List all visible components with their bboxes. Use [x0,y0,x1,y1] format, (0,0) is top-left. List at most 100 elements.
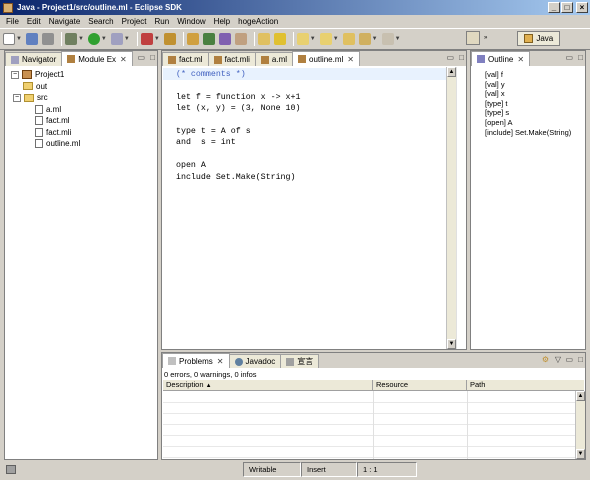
tab-outline[interactable]: Outline ✕ [471,51,531,66]
menu-navigate[interactable]: Navigate [45,17,85,26]
minimize-view-icon[interactable]: ▭ [446,53,454,62]
menu-edit[interactable]: Edit [23,17,45,26]
outline-item[interactable]: [val] y [485,80,571,90]
tab-label: Module Ex [78,54,117,64]
new-dropdown-icon[interactable]: ▼ [16,36,22,42]
tree-node-src[interactable]: − src [11,92,80,104]
status-insert-mode: Insert [301,462,357,477]
new-java-dropdown-icon[interactable]: ▼ [154,36,160,42]
tab-javadoc[interactable]: Javadoc [228,354,282,368]
tab-navigator[interactable]: Navigator [5,52,63,66]
tab-fact-ml[interactable]: fact.ml [162,52,209,66]
menu-hogeaction[interactable]: hogeAction [234,17,282,26]
back-dropdown-icon[interactable]: ▼ [372,36,378,42]
menu-window[interactable]: Window [173,17,209,26]
minimize-view-icon[interactable]: ▭ [565,355,573,364]
search-icon[interactable] [273,33,286,45]
menu-run[interactable]: Run [151,17,174,26]
tab-fact-mli[interactable]: fact.mli [207,52,256,66]
forward-icon[interactable] [381,33,394,45]
outline-item[interactable]: [open] A [485,118,571,128]
java-perspective-button[interactable]: Java [517,30,561,46]
tree-node-project[interactable]: − Project1 [11,69,80,81]
column-header-path[interactable]: Path [467,380,584,390]
maximize-view-icon[interactable]: □ [150,53,155,62]
scroll-down-arrow-icon[interactable]: ▼ [447,339,456,349]
open-perspective-icon[interactable] [466,31,480,45]
tab-declaration[interactable]: 宣言 [280,354,320,368]
run-icon[interactable] [87,33,100,45]
debug-icon[interactable] [64,33,77,45]
tab-outline-ml[interactable]: outline.ml ✕ [292,51,360,66]
external-tools-dropdown-icon[interactable]: ▼ [124,36,130,42]
scroll-up-arrow-icon[interactable]: ▲ [447,67,456,77]
last-edit-icon[interactable] [342,33,355,45]
save-icon[interactable] [25,33,38,45]
close-icon[interactable]: ✕ [120,55,127,64]
new-class-icon[interactable] [202,33,215,45]
fast-view-icon[interactable] [6,465,16,474]
scroll-down-arrow-icon[interactable]: ▼ [576,449,585,459]
view-menu-icon[interactable]: ▽ [555,355,561,364]
tab-module-explorer[interactable]: Module Ex ✕ [61,51,133,66]
previous-annotation-dropdown-icon[interactable]: ▼ [333,36,339,42]
editor-vertical-scrollbar[interactable]: ▲ ▼ [446,67,456,349]
new-enum-icon[interactable] [234,33,247,45]
perspective-chevron-icon[interactable]: » [484,35,487,41]
menu-project[interactable]: Project [118,17,151,26]
filter-icon[interactable]: ⚙ [542,355,549,364]
menu-help[interactable]: Help [210,17,234,26]
tree-node-file[interactable]: fact.ml [11,115,80,127]
debug-dropdown-icon[interactable]: ▼ [78,36,84,42]
close-icon[interactable]: ✕ [217,357,224,366]
new-java-project-icon[interactable] [140,33,153,45]
minimize-view-icon[interactable]: ▭ [137,53,145,62]
tree-node-file[interactable]: outline.ml [11,138,80,150]
tree-node-file[interactable]: a.ml [11,104,80,116]
folder-icon [24,93,34,102]
outline-item[interactable]: [type] s [485,108,571,118]
outline-item[interactable]: [type] t [485,99,571,109]
tab-problems[interactable]: Problems ✕ [162,353,230,368]
code-editor[interactable]: (* comments *) let f = function x -> x+1… [176,70,300,184]
menu-search[interactable]: Search [84,17,117,26]
column-header-resource[interactable]: Resource [373,380,467,390]
external-tools-icon[interactable] [110,33,123,45]
column-header-description[interactable]: Description ▲ [163,380,373,390]
tree-node-file[interactable]: fact.mli [11,127,80,139]
maximize-view-icon[interactable]: □ [578,53,583,62]
tab-label: a.ml [271,55,288,64]
next-annotation-dropdown-icon[interactable]: ▼ [310,36,316,42]
collapse-icon[interactable]: − [11,70,19,79]
outline-item[interactable]: [include] Set.Make(String) [485,128,571,138]
print-icon[interactable] [41,33,54,45]
table-row [163,447,575,458]
previous-annotation-icon[interactable] [319,33,332,45]
next-annotation-icon[interactable] [296,33,309,45]
tab-label: 宣言 [297,357,314,366]
run-dropdown-icon[interactable]: ▼ [101,36,107,42]
outline-item[interactable]: [val] f [485,70,571,80]
collapse-icon[interactable]: − [13,93,21,102]
forward-dropdown-icon[interactable]: ▼ [395,36,401,42]
new-interface-icon[interactable] [218,33,231,45]
new-package-icon[interactable] [186,33,199,45]
problems-vertical-scrollbar[interactable]: ▲ ▼ [575,391,585,459]
scroll-up-arrow-icon[interactable]: ▲ [576,391,585,401]
open-type-icon[interactable] [163,33,176,45]
close-icon[interactable]: ✕ [517,55,524,64]
outline-item[interactable]: [val] x [485,89,571,99]
close-button[interactable]: × [576,2,588,13]
maximize-view-icon[interactable]: □ [459,53,464,62]
back-icon[interactable] [358,33,371,45]
minimize-view-icon[interactable]: ▭ [565,53,573,62]
tree-node-out[interactable]: out [11,81,80,93]
maximize-view-icon[interactable]: □ [578,355,583,364]
open-folder-icon[interactable] [257,33,270,45]
close-icon[interactable]: ✕ [347,55,354,64]
new-icon[interactable] [3,33,15,45]
menu-file[interactable]: File [2,17,23,26]
maximize-button[interactable]: □ [561,2,573,13]
minimize-button[interactable]: _ [548,2,560,13]
tab-a-ml[interactable]: a.ml [254,52,294,66]
